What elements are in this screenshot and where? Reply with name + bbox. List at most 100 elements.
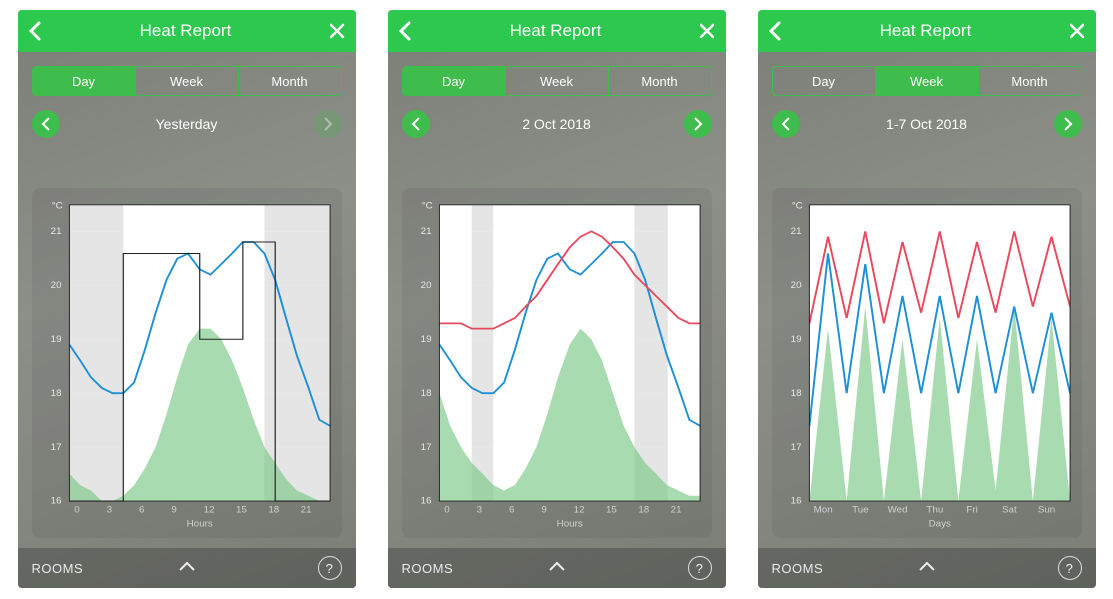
back-icon[interactable] (398, 21, 412, 41)
heat-chart: 16 17 18 19 20 21 °C 0 3 6 9 12 (40, 196, 334, 532)
help-icon[interactable]: ? (1058, 556, 1082, 580)
svg-text:12: 12 (203, 505, 214, 514)
svg-text:°C: °C (51, 201, 62, 210)
close-icon[interactable] (699, 23, 715, 39)
date-navigator: Yesterday (32, 110, 342, 138)
svg-text:18: 18 (268, 505, 279, 514)
svg-text:18: 18 (638, 505, 649, 514)
tab-day[interactable]: Day (773, 67, 875, 95)
svg-text:6: 6 (138, 505, 143, 514)
svg-text:Thu: Thu (926, 505, 943, 514)
footer-bar: ROOMS ? (758, 548, 1096, 588)
close-icon[interactable] (1069, 23, 1085, 39)
svg-text:Mon: Mon (813, 505, 832, 514)
rooms-label[interactable]: ROOMS (772, 561, 824, 576)
next-date-button[interactable] (684, 110, 712, 138)
expand-icon[interactable] (548, 561, 566, 576)
rooms-label[interactable]: ROOMS (32, 561, 84, 576)
svg-text:°C: °C (421, 201, 432, 210)
help-icon[interactable]: ? (688, 556, 712, 580)
svg-text:12: 12 (573, 505, 584, 514)
screen-body: Day Week Month Yesterday (18, 52, 356, 588)
svg-text:19: 19 (420, 334, 431, 343)
page-title: Heat Report (880, 21, 972, 41)
svg-text:21: 21 (50, 226, 61, 235)
tab-week[interactable]: Week (135, 67, 238, 95)
tab-day[interactable]: Day (33, 67, 135, 95)
tab-week[interactable]: Week (875, 67, 978, 95)
heat-chart: 16 17 18 19 20 21 °C Mon Tue Wed Thu Fri… (780, 196, 1074, 532)
page-title: Heat Report (510, 21, 602, 41)
screen-day-yesterday: Heat Report Day Week Month Yesterday (18, 10, 356, 588)
svg-text:20: 20 (50, 280, 61, 289)
heat-chart: 16 17 18 19 20 21 °C 0 3 6 9 12 15 18 21… (410, 196, 704, 532)
svg-text:3: 3 (476, 505, 481, 514)
close-icon[interactable] (329, 23, 345, 39)
svg-text:18: 18 (790, 388, 801, 397)
svg-text:17: 17 (50, 442, 61, 451)
svg-text:Tue: Tue (852, 505, 869, 514)
svg-text:0: 0 (74, 505, 79, 514)
period-tabs: Day Week Month (32, 66, 342, 96)
svg-text:21: 21 (300, 505, 311, 514)
svg-text:21: 21 (790, 226, 801, 235)
svg-text:Sat: Sat (1001, 505, 1016, 514)
expand-icon[interactable] (918, 561, 936, 576)
app-header: Heat Report (388, 10, 726, 52)
svg-text:16: 16 (420, 496, 431, 505)
tab-month[interactable]: Month (978, 67, 1081, 95)
rooms-label[interactable]: ROOMS (402, 561, 454, 576)
page-title: Heat Report (140, 21, 232, 41)
chart-card: 16 17 18 19 20 21 °C 0 3 6 9 12 15 18 21… (402, 188, 712, 538)
expand-icon[interactable] (178, 561, 196, 576)
svg-text:20: 20 (420, 280, 431, 289)
svg-text:19: 19 (50, 334, 61, 343)
svg-text:9: 9 (171, 505, 176, 514)
svg-text:20: 20 (790, 280, 801, 289)
tab-month[interactable]: Month (608, 67, 711, 95)
prev-date-button[interactable] (772, 110, 800, 138)
svg-text:17: 17 (790, 442, 801, 451)
svg-text:15: 15 (606, 505, 617, 514)
svg-text:Fri: Fri (966, 505, 977, 514)
screen-day-2oct: Heat Report Day Week Month 2 Oct 2018 (388, 10, 726, 588)
svg-text:Days: Days (928, 519, 951, 528)
screen-body: Day Week Month 2 Oct 2018 16 17 18 (388, 52, 726, 588)
help-icon[interactable]: ? (318, 556, 342, 580)
svg-text:19: 19 (790, 334, 801, 343)
period-tabs: Day Week Month (402, 66, 712, 96)
svg-text:18: 18 (50, 388, 61, 397)
app-header: Heat Report (18, 10, 356, 52)
back-icon[interactable] (768, 21, 782, 41)
svg-text:16: 16 (50, 496, 61, 505)
date-navigator: 1-7 Oct 2018 (772, 110, 1082, 138)
next-date-button (314, 110, 342, 138)
date-label: 2 Oct 2018 (522, 116, 591, 132)
svg-text:21: 21 (670, 505, 681, 514)
back-icon[interactable] (28, 21, 42, 41)
svg-text:6: 6 (508, 505, 513, 514)
svg-text:Sun: Sun (1037, 505, 1054, 514)
app-header: Heat Report (758, 10, 1096, 52)
prev-date-button[interactable] (32, 110, 60, 138)
screen-body: Day Week Month 1-7 Oct 2018 16 17 18 19 … (758, 52, 1096, 588)
next-date-button[interactable] (1054, 110, 1082, 138)
svg-text:18: 18 (420, 388, 431, 397)
screen-week: Heat Report Day Week Month 1-7 Oct 2018 … (758, 10, 1096, 588)
svg-text:Hours: Hours (186, 519, 212, 528)
footer-bar: ROOMS ? (18, 548, 356, 588)
date-label: Yesterday (156, 116, 218, 132)
svg-text:3: 3 (106, 505, 111, 514)
svg-text:21: 21 (420, 226, 431, 235)
svg-text:15: 15 (236, 505, 247, 514)
chart-card: 16 17 18 19 20 21 °C Mon Tue Wed Thu Fri… (772, 188, 1082, 538)
tab-day[interactable]: Day (403, 67, 505, 95)
date-navigator: 2 Oct 2018 (402, 110, 712, 138)
tab-week[interactable]: Week (505, 67, 608, 95)
svg-text:°C: °C (791, 201, 802, 210)
period-tabs: Day Week Month (772, 66, 1082, 96)
footer-bar: ROOMS ? (388, 548, 726, 588)
tab-month[interactable]: Month (238, 67, 341, 95)
prev-date-button[interactable] (402, 110, 430, 138)
date-label: 1-7 Oct 2018 (886, 116, 967, 132)
